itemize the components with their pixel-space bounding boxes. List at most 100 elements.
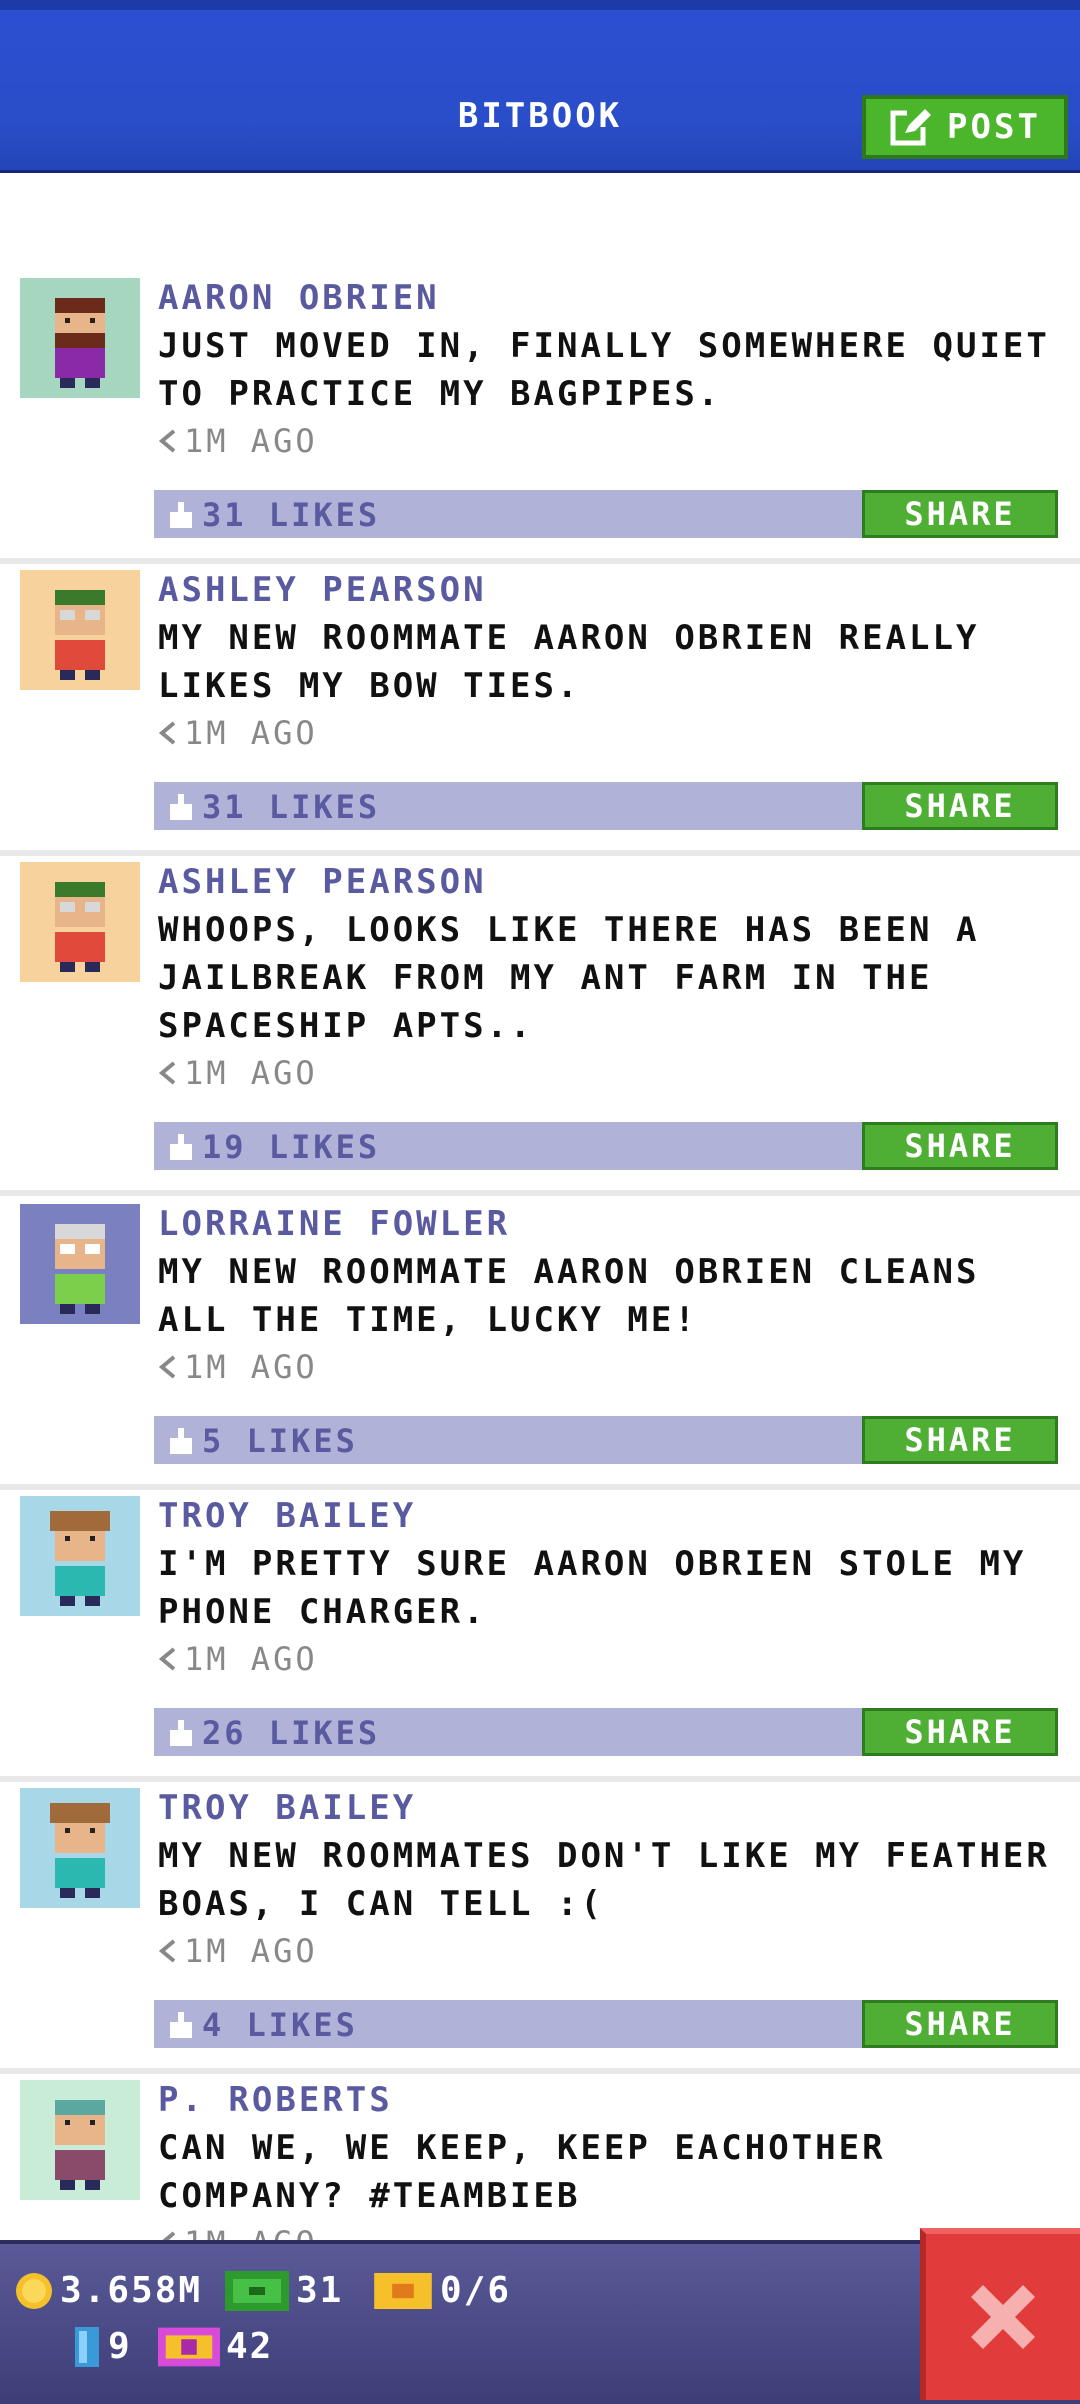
post-divider bbox=[0, 558, 1080, 564]
share-button[interactable]: SHARE bbox=[862, 1122, 1058, 1170]
thumbs-up-icon bbox=[170, 1720, 192, 1746]
close-button[interactable] bbox=[920, 2228, 1080, 2400]
avatar[interactable] bbox=[20, 862, 140, 982]
share-button[interactable]: SHARE bbox=[862, 490, 1058, 538]
reply-arrow-icon bbox=[158, 1355, 176, 1379]
post-text: MY NEW ROOMMATES DON'T LIKE MY FEATHER B… bbox=[158, 1836, 1050, 1924]
post-time-text: 1M AGO bbox=[184, 1054, 318, 1092]
thumbs-up-icon bbox=[170, 502, 192, 528]
bux-icon bbox=[225, 2270, 289, 2311]
reply-arrow-icon bbox=[158, 1647, 176, 1671]
post-time: 1M AGO bbox=[158, 1932, 318, 1970]
post-time: 1M AGO bbox=[158, 2224, 318, 2240]
reply-arrow-icon bbox=[162, 2231, 176, 2240]
post-button[interactable]: POST bbox=[862, 95, 1068, 159]
post-text: JUST MOVED IN, FINALLY SOMEWHERE QUIET T… bbox=[158, 326, 1050, 414]
likes-count: 31 LIKES bbox=[202, 788, 381, 826]
post-author[interactable]: ASHLEY PEARSON bbox=[158, 570, 487, 610]
post-item: TROY BAILEY MY NEW ROOMMATES DON'T LIKE … bbox=[0, 1788, 1080, 2074]
post-item: ASHLEY PEARSON MY NEW ROOMMATE AARON OBR… bbox=[0, 570, 1080, 856]
post-time: 1M AGO bbox=[158, 1640, 318, 1678]
avatar[interactable] bbox=[20, 1788, 140, 1908]
thumbs-up-icon bbox=[170, 2012, 192, 2038]
post-item: ASHLEY PEARSON WHOOPS, LOOKS LIKE THERE … bbox=[0, 862, 1080, 1196]
thumbs-up-icon bbox=[170, 1428, 192, 1454]
post-item: AARON OBRIEN JUST MOVED IN, FINALLY SOME… bbox=[0, 278, 1080, 564]
like-button[interactable]: 4 LIKES bbox=[170, 2006, 358, 2044]
post-text: WHOOPS, LOOKS LIKE THERE HAS BEEN A JAIL… bbox=[158, 910, 980, 1046]
likes-bar: 19 LIKES SHARE bbox=[154, 1122, 1058, 1170]
post-author[interactable]: P. ROBERTS bbox=[158, 2080, 393, 2120]
bottom-status-bar: 3.658M 31 0/6 9 42 bbox=[0, 2240, 1080, 2404]
bux-stat: 31 bbox=[224, 2270, 343, 2311]
avatar-icon bbox=[20, 862, 140, 982]
avatar[interactable] bbox=[20, 1204, 140, 1324]
vip-stat: 42 bbox=[158, 2326, 273, 2367]
avatar[interactable] bbox=[20, 570, 140, 690]
close-icon bbox=[971, 2285, 1035, 2349]
likes-count: 19 LIKES bbox=[202, 1128, 381, 1166]
post-item: TROY BAILEY I'M PRETTY SURE AARON OBRIEN… bbox=[0, 1496, 1080, 1782]
likes-bar: 4 LIKES SHARE bbox=[154, 2000, 1058, 2048]
post-divider bbox=[0, 1776, 1080, 1782]
post-button-label: POST bbox=[947, 107, 1041, 147]
post-author[interactable]: AARON OBRIEN bbox=[158, 278, 440, 318]
post-time-text: 1M AGO bbox=[184, 1348, 318, 1386]
tickets-value: 0/6 bbox=[440, 2270, 512, 2311]
post-author[interactable]: TROY BAILEY bbox=[158, 1496, 416, 1536]
like-button[interactable]: 31 LIKES bbox=[170, 496, 380, 534]
post-author[interactable]: ASHLEY PEARSON bbox=[158, 862, 487, 902]
post-item: LORRAINE FOWLER MY NEW ROOMMATE AARON OB… bbox=[0, 1204, 1080, 1490]
vip-value: 42 bbox=[226, 2326, 274, 2367]
like-button[interactable]: 26 LIKES bbox=[170, 1714, 380, 1752]
post-time: 1M AGO bbox=[158, 1054, 318, 1092]
share-button[interactable]: SHARE bbox=[862, 1708, 1058, 1756]
ticket-icon bbox=[374, 2272, 432, 2309]
post-divider bbox=[0, 1190, 1080, 1196]
post-text: MY NEW ROOMMATE AARON OBRIEN CLEANS ALL … bbox=[158, 1252, 980, 1340]
likes-bar: 31 LIKES SHARE bbox=[154, 782, 1058, 830]
post-time-text: 1M AGO bbox=[184, 1932, 318, 1970]
reply-arrow-icon bbox=[158, 1939, 176, 1963]
post-time: 1M AGO bbox=[158, 1348, 318, 1386]
avatar[interactable] bbox=[20, 278, 140, 398]
avatar-icon bbox=[20, 278, 140, 398]
reply-arrow-icon bbox=[158, 429, 176, 453]
share-button[interactable]: SHARE bbox=[862, 782, 1058, 830]
avatar[interactable] bbox=[20, 1496, 140, 1616]
likes-count: 26 LIKES bbox=[202, 1714, 381, 1752]
avatar-icon bbox=[20, 2080, 140, 2200]
batteries-value: 9 bbox=[108, 2326, 132, 2367]
post-text: I'M PRETTY SURE AARON OBRIEN STOLE MY PH… bbox=[158, 1544, 1027, 1632]
likes-bar: 26 LIKES SHARE bbox=[154, 1708, 1058, 1756]
bux-value: 31 bbox=[296, 2270, 344, 2311]
post-time: 1M AGO bbox=[158, 714, 318, 752]
likes-count: 31 LIKES bbox=[202, 496, 381, 534]
like-button[interactable]: 31 LIKES bbox=[170, 788, 380, 826]
post-author[interactable]: LORRAINE FOWLER bbox=[158, 1204, 510, 1244]
tickets-stat: 0/6 bbox=[372, 2270, 511, 2311]
avatar-icon bbox=[20, 1496, 140, 1616]
share-button[interactable]: SHARE bbox=[862, 2000, 1058, 2048]
like-button[interactable]: 5 LIKES bbox=[170, 1422, 358, 1460]
coins-value: 3.658M bbox=[60, 2270, 203, 2311]
post-time-text: 1M AGO bbox=[184, 1640, 318, 1678]
post-author[interactable]: TROY BAILEY bbox=[158, 1788, 416, 1828]
likes-count: 4 LIKES bbox=[202, 2006, 358, 2044]
thumbs-up-icon bbox=[170, 1134, 192, 1160]
app-header: BITBOOK POST bbox=[0, 0, 1080, 173]
share-button[interactable]: SHARE bbox=[862, 1416, 1058, 1464]
post-divider bbox=[0, 850, 1080, 856]
like-button[interactable]: 19 LIKES bbox=[170, 1128, 380, 1166]
edit-icon bbox=[890, 109, 932, 146]
post-time-text: 1M AGO bbox=[184, 422, 318, 460]
post-item: P. ROBERTS CAN WE, WE KEEP, KEEP EACHOTH… bbox=[0, 2080, 1080, 2240]
thumbs-up-icon bbox=[170, 794, 192, 820]
post-time-text: 1M AGO bbox=[184, 2224, 318, 2240]
post-text: MY NEW ROOMMATE AARON OBRIEN REALLY LIKE… bbox=[158, 618, 980, 706]
coin-icon bbox=[16, 2272, 52, 2309]
avatar[interactable] bbox=[20, 2080, 140, 2200]
battery-icon bbox=[75, 2326, 99, 2367]
feed[interactable]: AARON OBRIEN JUST MOVED IN, FINALLY SOME… bbox=[0, 170, 1080, 2240]
reply-arrow-icon bbox=[158, 1061, 176, 1085]
